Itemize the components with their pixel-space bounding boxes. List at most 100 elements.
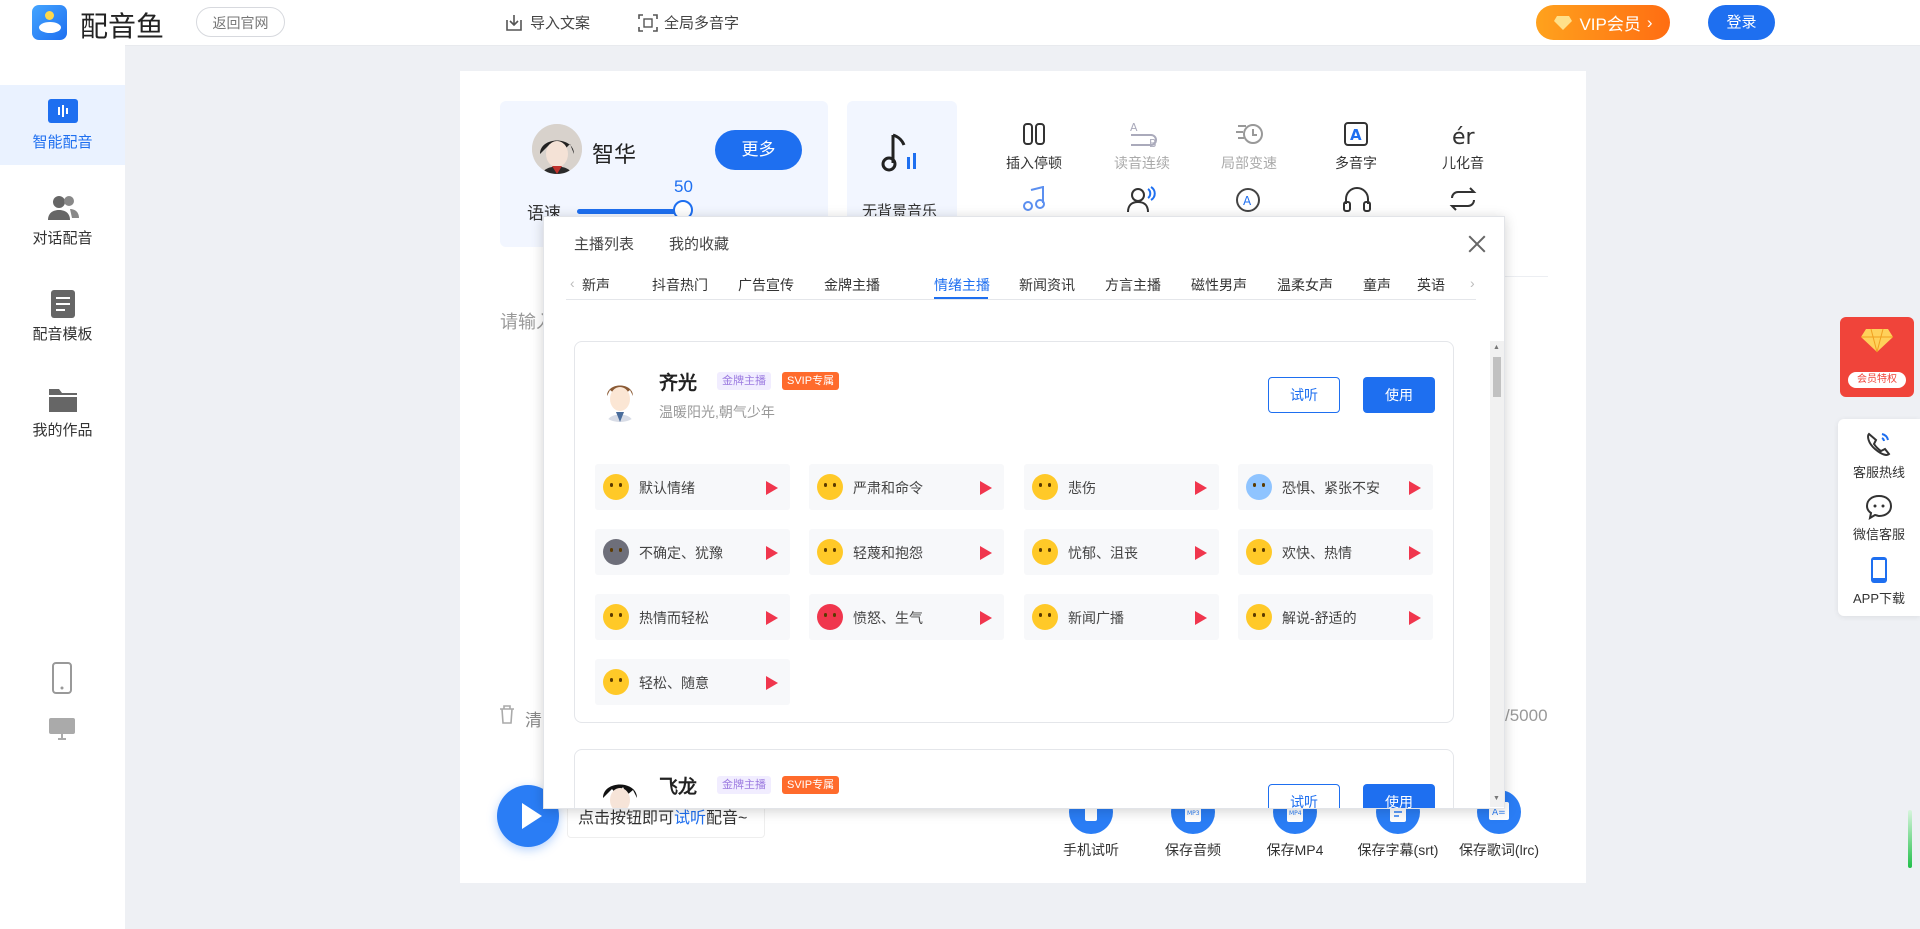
emotion-item[interactable]: 严肃和命令: [809, 464, 1004, 510]
category-tab[interactable]: 新闻资讯: [1019, 275, 1075, 295]
category-tab[interactable]: 抖音热门: [652, 275, 708, 295]
wechat-service-button[interactable]: 微信客服: [1838, 493, 1920, 543]
svg-text:MP3: MP3: [1187, 810, 1200, 817]
speed-slider-fill[interactable]: [577, 209, 684, 214]
emotion-item[interactable]: 欢快、热情: [1238, 529, 1433, 575]
page-scroll-indicator[interactable]: [1908, 810, 1912, 868]
emotion-item[interactable]: 不确定、犹豫: [595, 529, 790, 575]
emotion-label: 默认情绪: [639, 480, 695, 496]
emotion-item[interactable]: 默认情绪: [595, 464, 790, 510]
timer-a-icon[interactable]: A: [1234, 186, 1262, 219]
tab-favorites[interactable]: 我的收藏: [669, 233, 729, 254]
gold-badge: 金牌主播: [717, 776, 771, 794]
app-download-button[interactable]: APP下载: [1838, 555, 1920, 607]
hint-try-link[interactable]: 试听: [674, 810, 706, 827]
category-tab-active[interactable]: 情绪主播: [934, 275, 990, 295]
emotion-item[interactable]: 新闻广播: [1024, 594, 1219, 640]
play-icon[interactable]: [766, 481, 778, 495]
tool-label: 多音字: [1335, 155, 1377, 171]
try-button[interactable]: 试听: [1268, 377, 1340, 413]
emotion-item[interactable]: 解说-舒适的: [1238, 594, 1433, 640]
play-icon[interactable]: [766, 546, 778, 560]
action-label: 保存MP4: [1266, 842, 1324, 858]
erhua-tool[interactable]: ér 儿化音: [1418, 119, 1508, 173]
vip-button[interactable]: VIP会员 ›: [1536, 5, 1670, 40]
emotion-item[interactable]: 忧郁、沮丧: [1024, 529, 1219, 575]
trash-icon[interactable]: [498, 704, 516, 729]
sunglasses-face-icon: [817, 539, 843, 565]
scroll-thumb[interactable]: [1493, 357, 1501, 397]
loop-icon[interactable]: [1448, 186, 1478, 217]
emotion-item[interactable]: 轻松、随意: [595, 659, 790, 705]
promo-label: 会员特权: [1848, 372, 1906, 388]
modal-scrollbar[interactable]: ▲ ▼: [1490, 341, 1504, 807]
speed-clock-icon: [1234, 119, 1264, 149]
sidebar-item-dubbing-template[interactable]: 配音模板: [0, 277, 125, 357]
close-icon[interactable]: [1468, 235, 1486, 253]
chevron-left-icon[interactable]: ‹: [570, 275, 575, 291]
action-label: 手机试听: [1063, 842, 1119, 858]
play-icon[interactable]: [766, 676, 778, 690]
service-panel: 客服热线 微信客服 APP下载: [1838, 419, 1920, 616]
emotion-item[interactable]: 轻蔑和抱怨: [809, 529, 1004, 575]
insert-pause-tool[interactable]: 插入停顿: [989, 119, 1079, 173]
play-icon[interactable]: [1409, 481, 1421, 495]
import-text-button[interactable]: 导入文案: [504, 12, 590, 33]
member-promo-badge[interactable]: 会员特权: [1840, 317, 1914, 397]
scroll-down-icon[interactable]: ▼: [1493, 795, 1500, 802]
play-icon[interactable]: [1195, 611, 1207, 625]
local-speed-tool[interactable]: 局部变速: [1204, 119, 1294, 173]
emotion-item[interactable]: 热情而轻松: [595, 594, 790, 640]
sidebar-item-smart-dubbing[interactable]: 智能配音: [0, 85, 125, 165]
sidebar-item-dialogue-dubbing[interactable]: 对话配音: [0, 181, 125, 261]
music-icon[interactable]: [1022, 185, 1048, 217]
clear-label[interactable]: 清: [525, 706, 542, 731]
category-tab[interactable]: 童声: [1363, 275, 1391, 295]
play-icon[interactable]: [1409, 546, 1421, 560]
mobile-icon[interactable]: [51, 662, 73, 699]
use-button[interactable]: 使用: [1363, 377, 1435, 413]
back-to-site-button[interactable]: 返回官网: [196, 7, 285, 37]
more-voices-button[interactable]: 更多: [715, 130, 802, 170]
phone-call-icon: [1867, 432, 1891, 456]
category-tab[interactable]: 温柔女声: [1277, 275, 1333, 295]
play-icon[interactable]: [980, 611, 992, 625]
emotion-item[interactable]: 恐惧、紧张不安: [1238, 464, 1433, 510]
category-tab[interactable]: 新声: [582, 275, 610, 295]
play-icon[interactable]: [980, 546, 992, 560]
play-icon[interactable]: [1195, 481, 1207, 495]
emotion-item[interactable]: 愤怒、生气: [809, 594, 1004, 640]
polyphone-label: 全局多音字: [664, 15, 740, 32]
sidebar-item-my-works[interactable]: 我的作品: [0, 373, 125, 453]
scroll-up-icon[interactable]: ▲: [1493, 344, 1500, 351]
play-icon[interactable]: [1195, 546, 1207, 560]
category-tab[interactable]: 方言主播: [1105, 275, 1161, 295]
app-logo[interactable]: [32, 5, 67, 40]
play-icon: [522, 803, 542, 829]
hotline-button[interactable]: 客服热线: [1838, 431, 1920, 481]
category-tab[interactable]: 广告宣传: [738, 275, 794, 295]
category-tab[interactable]: 金牌主播: [824, 275, 880, 295]
headphones-icon[interactable]: [1342, 186, 1372, 217]
speaker-voice-icon[interactable]: [1126, 186, 1156, 217]
use-button[interactable]: 使用: [1363, 784, 1435, 808]
emotion-label: 欢快、热情: [1282, 545, 1352, 561]
login-button[interactable]: 登录: [1708, 5, 1775, 40]
emotion-label: 解说-舒适的: [1282, 610, 1357, 626]
chevron-right-icon[interactable]: ›: [1470, 275, 1475, 291]
try-button[interactable]: 试听: [1268, 784, 1340, 808]
polyphone-tool[interactable]: A 多音字: [1311, 119, 1401, 173]
play-icon[interactable]: [766, 611, 778, 625]
global-polyphone-button[interactable]: 全局多音字: [638, 12, 739, 33]
sad-face-icon: [1032, 474, 1058, 500]
play-icon[interactable]: [980, 481, 992, 495]
desktop-icon[interactable]: [48, 717, 76, 746]
scan-icon: [638, 13, 658, 32]
category-tab[interactable]: 磁性男声: [1191, 275, 1247, 295]
continuous-reading-tool[interactable]: AB 读音连续: [1097, 119, 1187, 173]
category-tab[interactable]: 英语: [1417, 275, 1445, 295]
emotion-item[interactable]: 悲伤: [1024, 464, 1219, 510]
tab-voice-list[interactable]: 主播列表: [574, 233, 634, 254]
emotion-label: 新闻广播: [1068, 610, 1124, 626]
play-icon[interactable]: [1409, 611, 1421, 625]
